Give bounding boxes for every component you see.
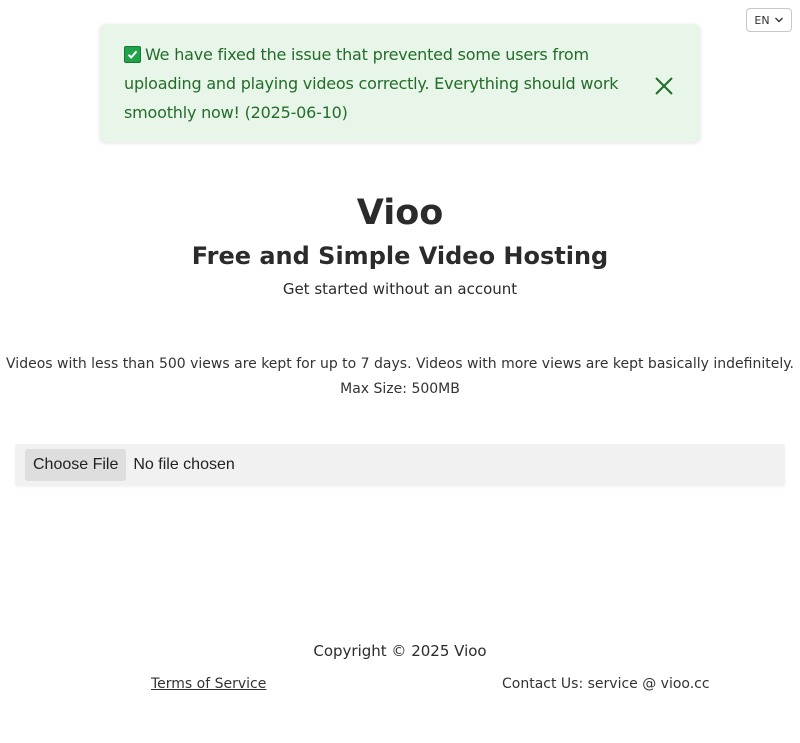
tagline: Get started without an account [282,280,518,298]
notice-text-block: We have fixed the issue that prevented s… [124,40,620,127]
language-select[interactable]: EN [746,8,792,32]
notice-message: We have fixed the issue that prevented s… [124,45,619,122]
contact-info: Contact Us: service @ vioo.cc [502,676,710,692]
upload-info: Videos with less than 500 views are kept… [0,352,800,402]
file-status: No file chosen [133,456,235,473]
file-input[interactable]: Choose File No file chosen [15,444,785,486]
check-mark-icon [124,46,141,63]
site-subtitle: Free and Simple Video Hosting [191,242,609,270]
hero-section: Vioo Free and Simple Video Hosting Get s… [0,190,800,299]
notice-banner: We have fixed the issue that prevented s… [100,24,700,142]
close-icon[interactable] [654,76,674,96]
site-title: Vioo [356,193,444,233]
chevron-down-icon [774,17,783,23]
choose-file-button[interactable]: Choose File [25,449,127,481]
copyright: Copyright © 2025 Vioo [313,642,487,660]
retention-policy: Videos with less than 500 views are kept… [6,356,794,372]
max-size: Max Size: 500MB [340,381,460,397]
terms-of-service-link[interactable]: Terms of Service [151,674,266,694]
language-select-value: EN [754,13,770,27]
